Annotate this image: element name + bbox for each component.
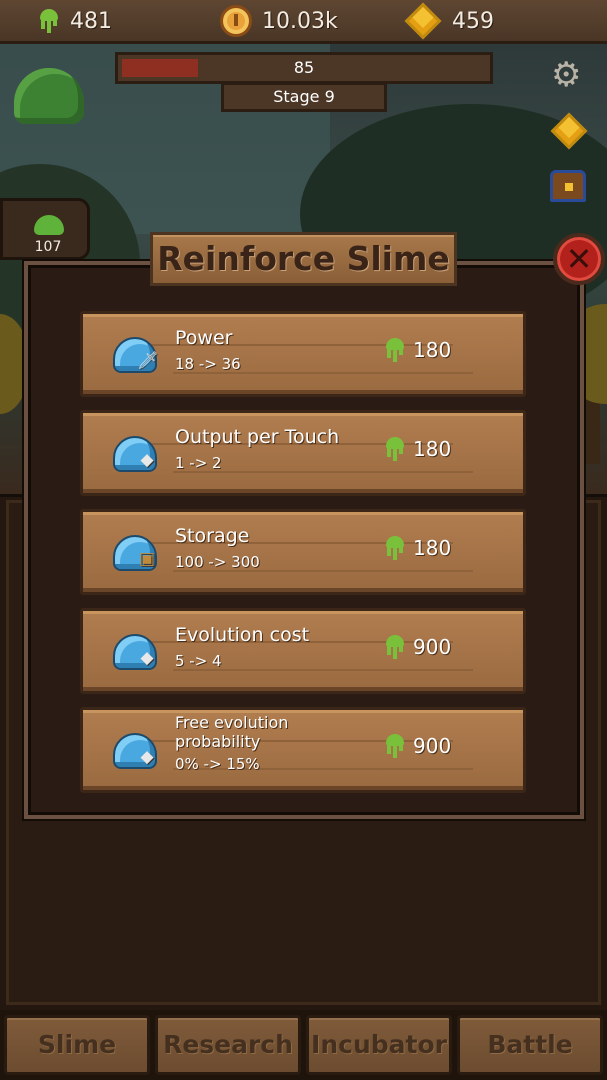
slime-drop-icon: [38, 9, 60, 33]
upgrade-name: Output per Touch: [175, 426, 340, 448]
nav-label: Slime: [37, 1030, 117, 1059]
coin-resource: 10.03k: [220, 5, 338, 37]
upgrade-cost: 180: [413, 536, 452, 560]
gem-amount: 459: [452, 8, 494, 34]
gem-resource: 459: [404, 2, 494, 40]
slime-amount: 481: [70, 8, 112, 34]
hp-bar: 85: [115, 52, 493, 84]
upgrade-name: Evolution cost: [175, 624, 310, 646]
upgrade-name: Free evolution probability: [175, 713, 289, 751]
upgrade-storage[interactable]: ▣ Storage 100 -> 300 180: [80, 509, 526, 595]
upgrade-value: 5 -> 4: [175, 652, 222, 670]
blue-slime-gem-icon: ◆: [113, 733, 161, 771]
settings-gear-icon[interactable]: ⚙: [551, 58, 581, 92]
slime-count-card[interactable]: 107: [0, 198, 90, 260]
nav-label: Incubator: [311, 1030, 447, 1059]
slime-drop-icon: [384, 338, 406, 362]
dialog-title-plate: Reinforce Slime: [150, 232, 457, 286]
nav-research[interactable]: Research: [155, 1015, 301, 1075]
resource-bar: 481 10.03k 459: [0, 0, 607, 44]
blue-slime-sword-icon: 🗡: [113, 337, 161, 375]
blue-slime-chest-icon: ▣: [113, 535, 161, 573]
nav-label: Battle: [487, 1030, 573, 1059]
upgrade-value: 18 -> 36: [175, 355, 241, 373]
bottom-nav: Slime Research Incubator Battle: [0, 1010, 607, 1080]
nav-label: Research: [163, 1030, 293, 1059]
hp-value: 85: [293, 58, 315, 77]
blue-slime-gem-icon: ◆: [113, 436, 161, 474]
slime-drop-icon: [384, 437, 406, 461]
slime-count: 107: [34, 239, 62, 255]
close-icon: ✕: [565, 240, 593, 278]
slime-drop-icon: [384, 536, 406, 560]
dialog-title: Reinforce Slime: [157, 239, 450, 278]
gem-icon: [404, 2, 442, 40]
upgrade-name: Power: [175, 327, 233, 349]
upgrade-output-per-touch[interactable]: ◆ Output per Touch 1 -> 2 180: [80, 410, 526, 496]
upgrade-free-evolution[interactable]: ◆ Free evolution probability 0% -> 15% 9…: [80, 707, 526, 793]
upgrade-list: 🗡 Power 18 -> 36 180 ◆ Output per Touch …: [80, 311, 526, 806]
slime-drop-icon: [384, 635, 406, 659]
upgrade-cost: 180: [413, 338, 452, 362]
upgrade-cost: 900: [413, 635, 452, 659]
upgrade-value: 1 -> 2: [175, 454, 222, 472]
upgrade-power[interactable]: 🗡 Power 18 -> 36 180: [80, 311, 526, 397]
upgrade-name: Storage: [175, 525, 250, 547]
green-slime-icon: [34, 215, 64, 235]
upgrade-value: 100 -> 300: [175, 553, 260, 571]
nav-incubator[interactable]: Incubator: [306, 1015, 452, 1075]
treasure-chest-icon[interactable]: [550, 170, 586, 202]
nav-battle[interactable]: Battle: [457, 1015, 603, 1075]
blue-slime-gem-icon: ◆: [113, 634, 161, 672]
slime-drop-icon: [384, 734, 406, 758]
upgrade-cost: 180: [413, 437, 452, 461]
coin-icon: [220, 5, 252, 37]
upgrade-value: 0% -> 15%: [175, 755, 260, 773]
upgrade-evolution-cost[interactable]: ◆ Evolution cost 5 -> 4 900: [80, 608, 526, 694]
stage-label: Stage 9: [221, 82, 387, 112]
close-button[interactable]: ✕: [553, 233, 605, 285]
slime-resource: 481: [38, 6, 112, 36]
upgrade-cost: 900: [413, 734, 452, 758]
nav-slime[interactable]: Slime: [4, 1015, 150, 1075]
coin-amount: 10.03k: [262, 8, 338, 34]
